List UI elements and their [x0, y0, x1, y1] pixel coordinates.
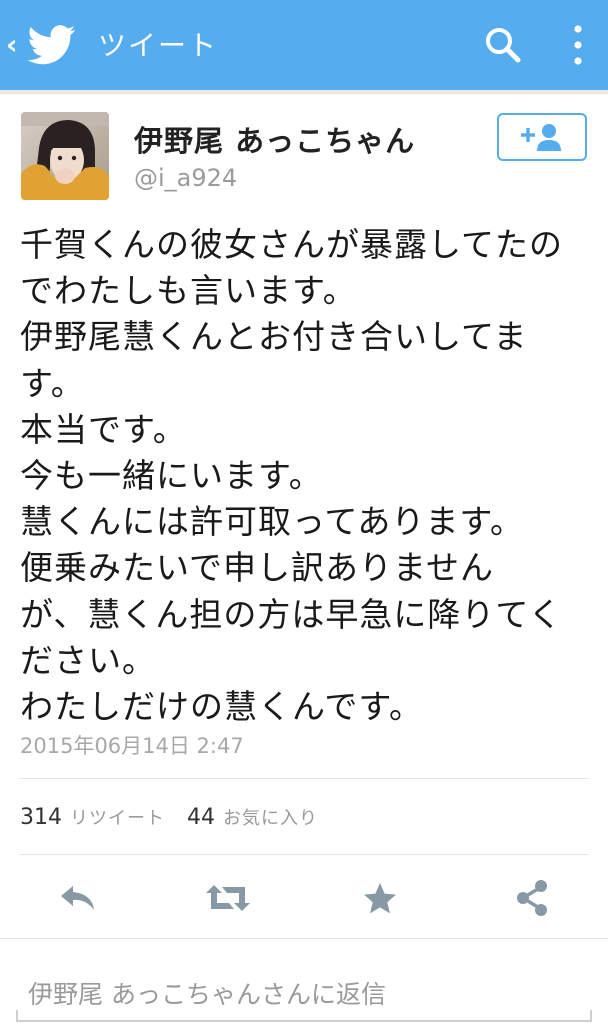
tweet-text: 千賀くんの彼女さんが暴露してたの でわたしも言います。 伊野尾慧くんとお付き合い… — [20, 222, 590, 730]
author-display-name[interactable]: 伊野尾 あっこちゃん — [134, 118, 415, 160]
tweet-line: 便乗みたいで申し訳ありません — [20, 548, 495, 588]
favorite-count[interactable]: 44 — [187, 805, 215, 830]
tweet-line: わたしだけの慧くんです。 — [20, 686, 424, 726]
tweet-line: 千賀くんの彼女さんが暴露してたの — [20, 225, 564, 264]
tweet-stats: 314 リツイート 44 お気に入り — [20, 804, 340, 830]
divider — [20, 854, 588, 855]
app-bar: ‹ ツイート — [0, 0, 608, 90]
tweet-line: ださい。 — [20, 640, 156, 680]
star-icon — [364, 883, 396, 914]
avatar-image — [21, 112, 109, 200]
reply-underline — [16, 1020, 592, 1022]
more-vertical-icon[interactable] — [560, 22, 596, 68]
follow-button[interactable] — [497, 113, 587, 161]
tweet-line: が、慧くん担の方は早急に降りてく — [20, 594, 563, 634]
divider — [0, 938, 608, 939]
share-button[interactable] — [510, 876, 554, 920]
author-handle[interactable]: @i_a924 — [134, 164, 237, 192]
divider — [20, 778, 588, 779]
favorite-label[interactable]: お気に入り — [223, 804, 318, 830]
reply-composer — [16, 968, 592, 1024]
favorite-button[interactable] — [360, 876, 400, 920]
tweet-line: 今も一緒にいます。 — [20, 455, 323, 495]
chevron-left-icon: ‹ — [6, 28, 18, 61]
reply-input[interactable] — [16, 968, 592, 1020]
tweet-line: す。 — [20, 363, 85, 403]
retweet-icon — [206, 885, 250, 911]
retweet-button[interactable] — [200, 876, 256, 920]
share-icon — [517, 880, 547, 916]
back-button[interactable]: ‹ — [6, 22, 98, 68]
tweet-timestamp: 2015年06月14日 2:47 — [20, 734, 244, 758]
tweet-line: 伊野尾慧くんとお付き合いしてま — [20, 317, 528, 357]
reply-underline-tick — [16, 1010, 18, 1022]
add-user-icon — [521, 124, 561, 151]
reply-icon — [61, 886, 94, 910]
search-icon[interactable] — [482, 24, 524, 66]
page-title: ツイート — [98, 29, 219, 62]
tweet-line: でわたしも言います。 — [20, 271, 357, 311]
retweet-label[interactable]: リツイート — [70, 804, 165, 830]
avatar[interactable] — [21, 112, 109, 200]
twitter-bird-icon — [27, 25, 75, 65]
reply-underline-tick — [590, 1010, 592, 1022]
header-shadow — [0, 90, 608, 94]
retweet-count[interactable]: 314 — [20, 805, 62, 830]
tweet-line: 本当です。 — [20, 409, 187, 449]
tweet-line: 慧くんには許可取ってあります。 — [20, 502, 525, 542]
tweet-detail-screen: ‹ ツイート 伊野尾 あっこちゃん @i_a924 千賀くんの彼女さんが暴露して… — [0, 0, 608, 1024]
reply-button[interactable] — [54, 876, 102, 920]
